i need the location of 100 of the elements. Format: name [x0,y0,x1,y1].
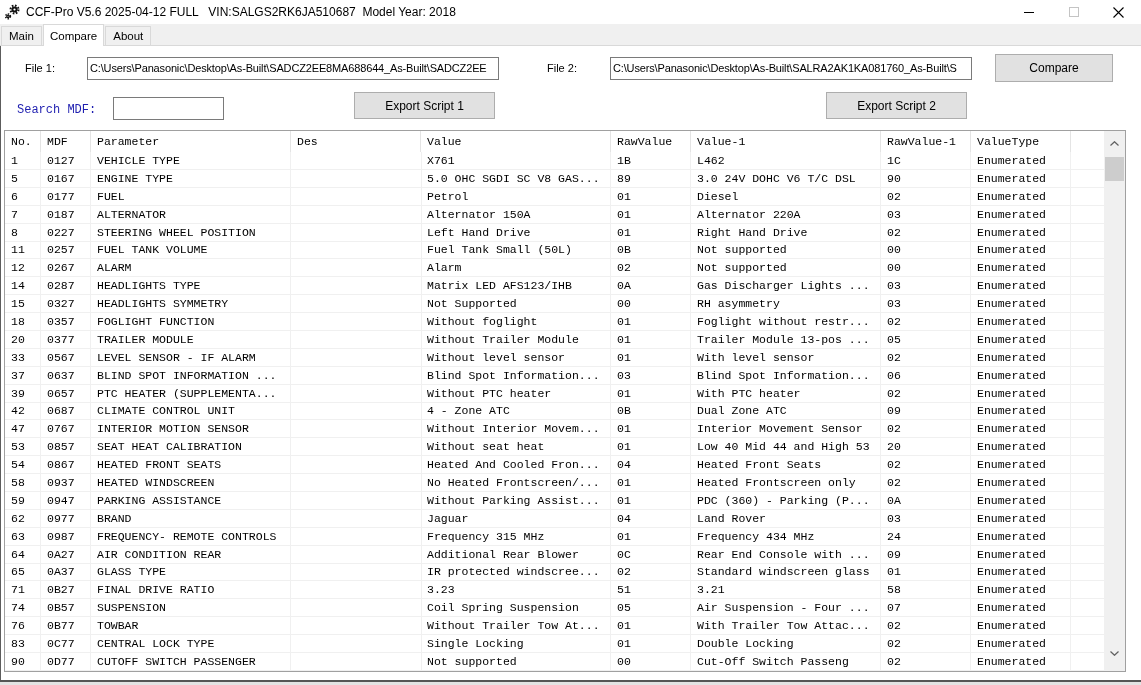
table-cell: 83 [5,635,41,654]
table-cell: Heated Front Seats [691,456,881,475]
table-cell: 0A [881,491,971,510]
column-header[interactable]: ValueType [971,131,1071,152]
window-title: CCF-Pro V5.6 2025-04-12 FULL VIN:SALGS2RK6JA510687 Model Year: 2018 [26,5,456,19]
table-cell: X761 [421,152,611,170]
table-cell: 0127 [41,152,91,170]
column-header[interactable]: No. [5,131,41,152]
table-cell: HEADLIGHTS SYMMETRY [91,295,291,314]
table-cell: Dual Zone ATC [691,402,881,421]
table-cell: INTERIOR MOTION SENSOR [91,420,291,439]
table-cell: 0B57 [41,599,91,618]
table-cell: PTC HEATER (SUPPLEMENTA... [91,384,291,403]
table-cell: 01 [611,348,691,367]
table-cell: 3.21 [691,581,881,600]
table-cell: 20 [5,330,41,349]
minimize-icon [1023,11,1034,13]
column-header[interactable]: Value [421,131,611,152]
table-cell: Not supported [691,259,881,278]
table-cell: Alarm [421,259,611,278]
table-cell: 6 [5,187,41,206]
table-cell: Double Locking [691,635,881,654]
table-cell: HEATED FRONT SEATS [91,456,291,475]
chevron-down-icon [1110,650,1119,656]
table-cell: Enumerated [971,635,1071,654]
table-cell: Without foglight [421,313,611,331]
file-label: File 1: [25,62,56,74]
export-script-button[interactable]: Export Script 1 [354,92,495,119]
table-cell: 71 [5,581,41,600]
table-cell: Not supported [691,241,881,260]
table-cell: 0357 [41,313,91,331]
compare-button[interactable]: Compare [995,54,1113,82]
table-cell: Land Rover [691,509,881,528]
table-cell: 0B [611,241,691,260]
tab[interactable]: Main [1,26,42,45]
table-cell: HEATED WINDSCREEN [91,474,291,493]
column-header[interactable]: RawValue [611,131,691,152]
table-cell: 0637 [41,366,91,385]
table-cell: 02 [881,348,971,367]
table-cell: SUSPENSION [91,599,291,618]
table-cell: Cut-Off Switch Passeng [691,652,881,671]
table-cell: Low 40 Mid 44 and High 53 [691,438,881,457]
column-header[interactable]: RawValue-1 [881,131,971,152]
table-cell: LEVEL SENSOR - IF ALARM [91,348,291,367]
table-cell: Without Trailer Module [421,330,611,349]
table-cell: 09 [881,545,971,564]
table-cell: 02 [881,635,971,654]
table-cell: 0327 [41,295,91,314]
table-cell: PARKING ASSISTANCE [91,491,291,510]
column-header[interactable]: Parameter [91,131,291,152]
table-cell: 1C [881,152,971,170]
table-cell: 01 [881,563,971,582]
table-cell: Enumerated [971,277,1071,296]
column-header[interactable]: Des [291,131,421,152]
table-cell: 01 [611,313,691,331]
table-cell: 90 [881,169,971,188]
table-cell: 0977 [41,509,91,528]
tab[interactable]: About [105,26,152,45]
table-cell: Trailer Module 13-pos ... [691,330,881,349]
table-cell: 01 [611,420,691,439]
table-cell: 02 [611,259,691,278]
column-header[interactable]: MDF [41,131,91,152]
table-cell: 0257 [41,241,91,260]
table-cell: 90 [5,652,41,671]
table-cell: 0867 [41,456,91,475]
table-cell: 65 [5,563,41,582]
vertical-scrollbar[interactable] [1104,131,1125,671]
table-cell: 37 [5,366,41,385]
table-cell: TRAILER MODULE [91,330,291,349]
search-field[interactable] [113,97,224,120]
table-cell: 5 [5,169,41,188]
table-cell: 59 [5,491,41,510]
table-cell: 03 [881,205,971,224]
table-cell: SEAT HEAT CALIBRATION [91,438,291,457]
table-cell: VEHICLE TYPE [91,152,291,170]
table-cell: Air Suspension - Four ... [691,599,881,618]
tab[interactable]: Compare [42,24,105,46]
table-cell: Blind Spot Information... [691,366,881,385]
table-cell: ENGINE TYPE [91,169,291,188]
table-cell: 0D77 [41,652,91,671]
column-header[interactable]: Value-1 [691,131,881,152]
table-cell: 0177 [41,187,91,206]
table-cell: 02 [881,474,971,493]
table-cell: 01 [611,223,691,242]
table-cell: Enumerated [971,348,1071,367]
table-cell: FINAL DRIVE RATIO [91,581,291,600]
table-cell: 47 [5,420,41,439]
table-cell: Rear End Console with ... [691,545,881,564]
file-path-field[interactable]: C:\Users\Panasonic\Desktop\As-Built\SADCZ2EE8MA688644_As-Built\SADCZ2EE [87,56,499,80]
export-script-button[interactable]: Export Script 2 [826,92,967,119]
table-cell: 03 [611,366,691,385]
table-cell: 0A27 [41,545,91,564]
table-cell: 01 [611,635,691,654]
file-path-field[interactable]: C:\Users\Panasonic\Desktop\As-Built\SALRA2AK1KA081760_As-Built\S [610,56,972,80]
table-cell: 62 [5,509,41,528]
table-cell: PDC (360) - Parking (P... [691,491,881,510]
table-cell: 42 [5,402,41,421]
table-cell: Enumerated [971,652,1071,671]
scrollbar-thumb[interactable] [1105,157,1124,181]
table-cell: 0227 [41,223,91,242]
